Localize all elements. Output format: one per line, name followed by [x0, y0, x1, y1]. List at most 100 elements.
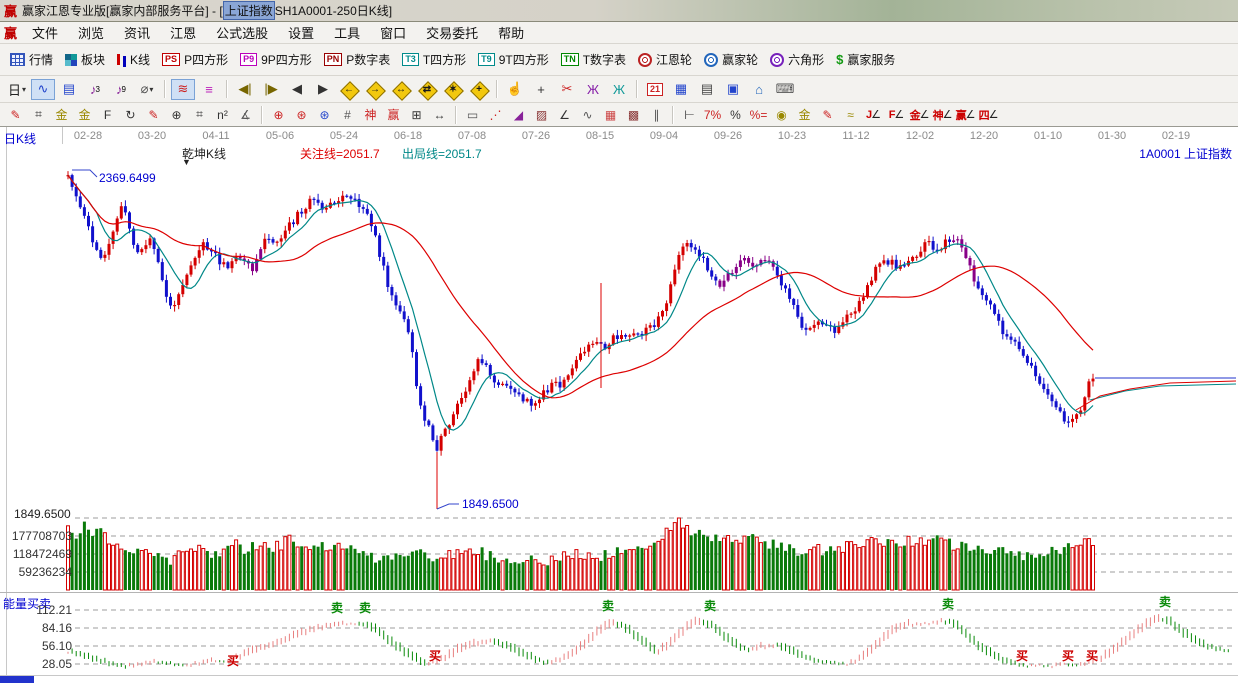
- menu-item-0[interactable]: 文件: [22, 21, 68, 44]
- shift-right-button[interactable]: →: [363, 79, 387, 101]
- percent-button[interactable]: %: [725, 105, 746, 124]
- seven-percent-button[interactable]: 7%: [702, 105, 723, 124]
- shen-angle-button[interactable]: 神 ∠: [932, 105, 953, 124]
- circle-cross-button[interactable]: ⊕: [166, 105, 187, 124]
- ying-angle-button[interactable]: 赢 ∠: [955, 105, 976, 124]
- date-tick: 12-20: [969, 130, 999, 142]
- calendar-button[interactable]: 21: [643, 79, 667, 100]
- gold-angle-button[interactable]: 金 ∠: [909, 105, 930, 124]
- menu-item-6[interactable]: 工具: [324, 21, 370, 44]
- grid-ruler-button[interactable]: ⌗: [189, 105, 210, 124]
- gann-brain-purple-button[interactable]: Ж: [581, 79, 605, 100]
- first-button[interactable]: ◀|: [233, 79, 257, 100]
- volume-profile-button[interactable]: ≡: [197, 79, 221, 100]
- gold-grid2-button[interactable]: 金: [74, 105, 95, 124]
- angle-pen-button[interactable]: ∡: [235, 105, 256, 124]
- hatch-box-button[interactable]: ▨: [531, 105, 552, 124]
- wave9-button[interactable]: ♪ 9: [109, 79, 133, 100]
- f-grid-button[interactable]: F: [97, 105, 118, 124]
- t-square-button[interactable]: T3 T四方形: [396, 49, 472, 70]
- navigation-toolbar: 日 ▾ ∿ ▤ ♪ 3 ♪ 9 ⌀ ▾ ≋ ≡ ◀| |▶ ◀ ▶ ← → ↔ ⇄ ✶ + ☝ + ✂ Ж Ж 21 ▦ ▤ ▣ ⌂ ⌨: [0, 76, 1238, 103]
- compress-button[interactable]: ✶: [441, 79, 465, 101]
- quote-panel-button[interactable]: ▤: [57, 79, 81, 100]
- ying-tool-button[interactable]: 赢: [383, 105, 404, 124]
- gann-brain-teal-button[interactable]: Ж: [607, 79, 631, 100]
- gann-circle-button[interactable]: ⊕: [268, 105, 289, 124]
- gold-grid-button[interactable]: 金: [51, 105, 72, 124]
- zigzag-tool-button[interactable]: ∿: [31, 78, 55, 100]
- fan-box-button[interactable]: ◢: [508, 105, 529, 124]
- menu-item-2[interactable]: 资讯: [114, 21, 160, 44]
- n-square-button[interactable]: n²: [212, 105, 233, 124]
- dot-grid-button[interactable]: ▦: [600, 105, 621, 124]
- date-tick: 09-04: [649, 130, 679, 142]
- percent-line-button[interactable]: %=: [748, 105, 769, 124]
- wave3-button[interactable]: ♪ 3: [83, 79, 107, 100]
- menu-item-9[interactable]: 帮助: [488, 21, 534, 44]
- gold-line-button[interactable]: 金: [794, 105, 815, 124]
- fan-lines-button[interactable]: ⋰: [485, 105, 506, 124]
- width-arrows-button[interactable]: ↔: [429, 105, 450, 124]
- quotes-button[interactable]: 行情: [4, 49, 59, 70]
- ruler123-button[interactable]: ⊞: [406, 105, 427, 124]
- cut-button[interactable]: ✂: [555, 79, 579, 100]
- kline-chart-canvas[interactable]: 买卖 卖买卖卖卖买买买卖: [0, 127, 1238, 683]
- menu-item-8[interactable]: 交易委托: [416, 21, 488, 44]
- menu-item-7[interactable]: 窗口: [370, 21, 416, 44]
- p9-square-button[interactable]: P9 9P四方形: [234, 49, 318, 70]
- winner-wheel-button[interactable]: 赢家轮: [698, 49, 764, 70]
- box-select-button[interactable]: ▭: [462, 105, 483, 124]
- percent-grid-button[interactable]: #: [337, 105, 358, 124]
- zoom-out-button[interactable]: ↔: [389, 79, 413, 101]
- web-red-button[interactable]: ⊛: [291, 105, 312, 124]
- draw-grid-button[interactable]: ⌗: [28, 105, 49, 124]
- menu-item-5[interactable]: 设置: [278, 21, 324, 44]
- menu-item-4[interactable]: 公式选股: [206, 21, 278, 44]
- f-grid-icon: F: [103, 107, 112, 122]
- angle-line-button[interactable]: ∠: [554, 105, 575, 124]
- notes-button[interactable]: ▤: [695, 79, 719, 100]
- menu-item-1[interactable]: 浏览: [68, 21, 114, 44]
- draw-pen-button[interactable]: ✎: [5, 105, 26, 124]
- period-dropdown[interactable]: 日 ▾: [5, 79, 29, 100]
- wave-line-button[interactable]: ∿: [577, 105, 598, 124]
- kline-button[interactable]: K线: [111, 49, 156, 70]
- network-button[interactable]: ⌂: [747, 79, 771, 100]
- j-angle-button[interactable]: J ∠: [863, 105, 884, 124]
- spiral-button[interactable]: ↻: [120, 105, 141, 124]
- pen3-button[interactable]: ✎: [817, 105, 838, 124]
- draw-pen2-button[interactable]: ✎: [143, 105, 164, 124]
- f-angle-button[interactable]: F ∠: [886, 105, 907, 124]
- save-button[interactable]: ▣: [721, 79, 745, 100]
- expand-button[interactable]: +: [467, 79, 491, 101]
- p-number-button[interactable]: PN P数字表: [318, 49, 397, 70]
- gann-wheel-button[interactable]: 江恩轮: [632, 49, 698, 70]
- last-button[interactable]: |▶: [259, 79, 283, 100]
- workstation-button[interactable]: ⌨: [773, 79, 797, 100]
- compare-bars-button[interactable]: ⊢: [679, 105, 700, 124]
- crosshair-button[interactable]: +: [529, 79, 553, 100]
- trend-tool-button[interactable]: ≋: [171, 78, 195, 100]
- zoom-in-button[interactable]: ⇄: [415, 79, 439, 101]
- t-number-button[interactable]: TN T数字表: [555, 49, 632, 70]
- hexagon-button[interactable]: 六角形: [764, 49, 830, 70]
- sectors-button[interactable]: 板块: [59, 49, 111, 70]
- calculator-button[interactable]: ▦: [669, 79, 693, 100]
- shift-left-button[interactable]: ←: [337, 79, 361, 101]
- t9-square-button[interactable]: T9 9T四方形: [472, 49, 555, 70]
- dot-grid2-button[interactable]: ▩: [623, 105, 644, 124]
- menu-logo-icon: 赢: [4, 26, 18, 41]
- gold-wave-button[interactable]: ≈: [840, 105, 861, 124]
- menu-item-3[interactable]: 江恩: [160, 21, 206, 44]
- web-blue-button[interactable]: ⊛: [314, 105, 335, 124]
- service-button[interactable]: $ 赢家服务: [830, 49, 901, 70]
- next-button[interactable]: ▶: [311, 79, 335, 100]
- slash-lines-button[interactable]: ∥: [646, 105, 667, 124]
- gold-circle-button[interactable]: ◉: [771, 105, 792, 124]
- p-square-button[interactable]: PS P四方形: [156, 49, 234, 70]
- shen-tool-button[interactable]: 神: [360, 105, 381, 124]
- marker-dropdown[interactable]: ⌀ ▾: [135, 79, 159, 100]
- si-angle-button[interactable]: 四 ∠: [978, 105, 999, 124]
- prev-button[interactable]: ◀: [285, 79, 309, 100]
- drag-hand-button[interactable]: ☝: [503, 79, 527, 100]
